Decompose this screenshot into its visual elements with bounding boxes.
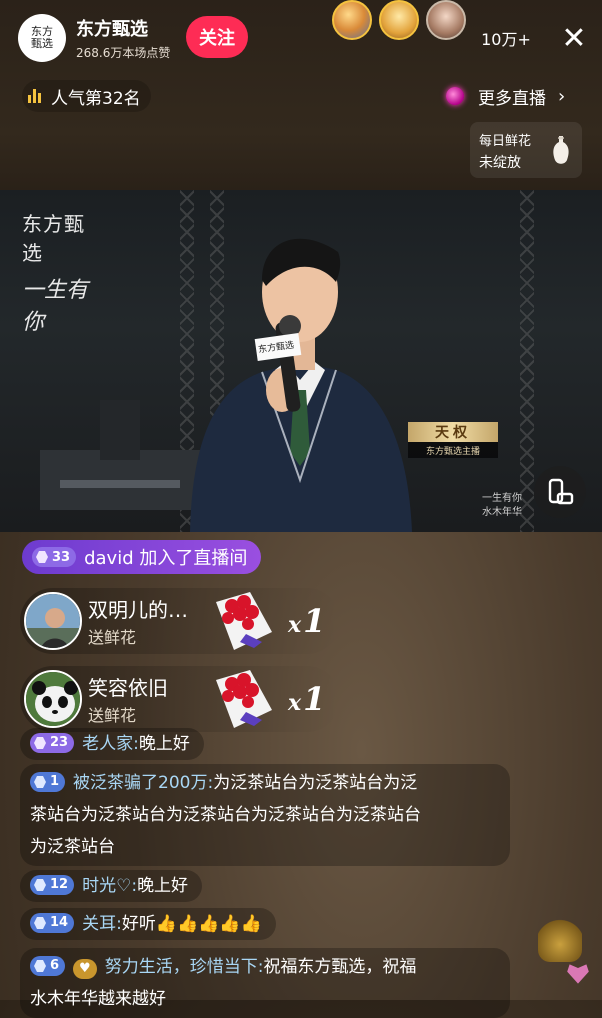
- comment-username[interactable]: 努力生活，珍惜当下:: [105, 957, 264, 977]
- level-badge: 14: [30, 913, 75, 933]
- more-live-label: 更多直播: [478, 88, 546, 109]
- watermark-line2: 水木年华: [482, 507, 522, 518]
- comment-item[interactable]: 6 ♥ 努力生活，珍惜当下:祝福东方甄选，祝福 水木年华越来越好: [20, 948, 510, 1018]
- comment-username[interactable]: 被泛茶骗了200万:: [73, 773, 213, 793]
- gift-banner[interactable]: 笑容依旧 送鲜花 x1: [20, 666, 340, 732]
- level-number: 14: [50, 915, 69, 930]
- viewer-count[interactable]: 10万+: [476, 18, 536, 58]
- screen-rotate-icon: [548, 478, 574, 505]
- comment-line: 1 被泛茶骗了200万:为泛茶站台为泛茶站台为泛: [30, 767, 496, 799]
- rank-label: 人气第32名: [51, 88, 141, 109]
- host-profile[interactable]: 东方 甄选 东方甄选 268.6万本场点赞: [18, 14, 170, 62]
- comment-item[interactable]: 12 时光♡:晚上好: [20, 870, 203, 902]
- like-heart-icon[interactable]: [567, 964, 589, 984]
- user-avatar-image: [26, 594, 80, 648]
- level-badge: 23: [30, 733, 75, 753]
- viewer-avatar-2[interactable]: [379, 0, 419, 40]
- comment-username[interactable]: 关耳:: [82, 914, 122, 934]
- host-avatar[interactable]: 东方 甄选: [18, 14, 66, 62]
- flower-card-status: 未绽放: [479, 155, 521, 171]
- level-badge: 33: [32, 547, 77, 567]
- level-badge: 12: [30, 875, 75, 895]
- viewer-avatar-3[interactable]: [426, 0, 466, 40]
- comment-username[interactable]: 老人家:: [82, 734, 139, 754]
- comment-text-line1: 为泛茶站台为泛茶站台为泛: [213, 773, 418, 793]
- viewer-avatar-1[interactable]: [332, 0, 372, 40]
- stage-logo-brand: 东方甄选: [22, 212, 85, 265]
- more-live-button[interactable]: 更多直播 ›: [446, 80, 565, 112]
- comment-item[interactable]: 14 关耳:好听👍👍👍👍👍: [20, 908, 276, 940]
- follow-button[interactable]: 关注: [186, 16, 248, 58]
- level-hex-icon: [34, 917, 46, 929]
- comment-text-line2: 茶站台为泛茶站台为泛茶站台为泛茶站台为泛茶站台: [30, 805, 421, 825]
- gift-action: 送鲜花: [88, 706, 137, 725]
- live-video[interactable]: 东方甄选 一生有你 东方甄选 天权 东方甄选主播 一生有你 水木年华: [0, 190, 602, 532]
- host-likes-count: 268.6万本场点赞: [76, 46, 171, 60]
- avatar[interactable]: [24, 670, 82, 728]
- gift-count-number: 1: [303, 680, 326, 718]
- level-hex-icon: [34, 960, 46, 972]
- stage-logo-slogan: 一生有你: [22, 278, 89, 335]
- screen-rotate-button[interactable]: [534, 466, 586, 518]
- comment-line: 6 ♥ 努力生活，珍惜当下:祝福东方甄选，祝福: [30, 951, 496, 983]
- watermark-line1: 一生有你: [482, 493, 522, 504]
- gift-count-number: 1: [303, 602, 326, 640]
- level-number: 1: [50, 774, 60, 789]
- gift-action: 送鲜花: [88, 628, 137, 647]
- level-badge: 1: [30, 772, 66, 792]
- gift-count: x1: [288, 680, 325, 718]
- gift-sender-name[interactable]: 双明儿的…: [88, 594, 188, 623]
- video-watermark: 一生有你 水木年华: [482, 492, 522, 520]
- chevron-right-icon: ›: [558, 85, 566, 107]
- level-number: 12: [50, 877, 69, 892]
- gift-count-x: x: [288, 612, 302, 638]
- comment-text: 晚上好: [138, 734, 190, 754]
- panda-avatar-image: [26, 672, 80, 726]
- rank-bars-icon: [28, 89, 43, 103]
- level-hex-icon: [34, 879, 46, 891]
- level-number: 23: [50, 735, 69, 750]
- comment-text: 好听👍👍👍👍👍: [121, 914, 262, 934]
- gift-count-x: x: [288, 690, 302, 716]
- comment-text-line2: 水木年华越来越好: [30, 989, 166, 1009]
- level-hex-icon: [34, 776, 46, 788]
- rose-bouquet-icon: [216, 670, 272, 728]
- daily-flower-card[interactable]: 每日鲜花 未绽放: [470, 122, 582, 178]
- level-hex-icon: [34, 737, 46, 749]
- nameplate: 天权 东方甄选主播: [408, 422, 498, 462]
- level-badge: 6: [30, 956, 66, 976]
- level-number: 6: [50, 958, 60, 973]
- level-hex-icon: [36, 551, 48, 563]
- popularity-rank[interactable]: 人气第32名: [22, 80, 151, 112]
- join-notice: 33 david 加入了直播间: [22, 540, 262, 574]
- comment-text-line3: 为泛茶站台: [30, 837, 115, 857]
- vase-icon: [553, 136, 569, 164]
- shopping-bag-icon[interactable]: [538, 918, 582, 962]
- level-number: 33: [52, 549, 71, 565]
- gift-sender-name[interactable]: 笑容依旧: [88, 672, 168, 701]
- gift-count: x1: [288, 602, 325, 640]
- comment-item[interactable]: 1 被泛茶骗了200万:为泛茶站台为泛茶站台为泛 茶站台为泛茶站台为泛茶站台为泛茶…: [20, 764, 510, 866]
- comment-text-line1: 祝福东方甄选，祝福: [263, 957, 417, 977]
- avatar[interactable]: [24, 592, 82, 650]
- gift-banner[interactable]: 双明儿的… 送鲜花 x1: [20, 588, 340, 654]
- rose-bouquet-icon: [216, 592, 272, 650]
- nameplate-name: 天权: [408, 422, 498, 442]
- nameplate-subtitle: 东方甄选主播: [408, 442, 498, 458]
- gem-icon: [446, 87, 464, 105]
- fan-heart-badge: ♥: [73, 959, 97, 979]
- comment-username[interactable]: 时光♡:: [82, 876, 137, 896]
- stage-logo: 东方甄选 一生有你: [22, 208, 102, 336]
- comment-text: 晚上好: [137, 876, 189, 896]
- flower-card-title: 每日鲜花: [479, 134, 532, 149]
- join-text: david 加入了直播间: [84, 548, 248, 569]
- host-info: 东方甄选 268.6万本场点赞: [76, 15, 170, 61]
- close-icon[interactable]: ✕: [556, 16, 592, 60]
- comment-item[interactable]: 23 老人家:晚上好: [20, 728, 204, 760]
- host-avatar-text: 东方 甄选: [31, 25, 53, 50]
- host-name: 东方甄选: [76, 19, 148, 40]
